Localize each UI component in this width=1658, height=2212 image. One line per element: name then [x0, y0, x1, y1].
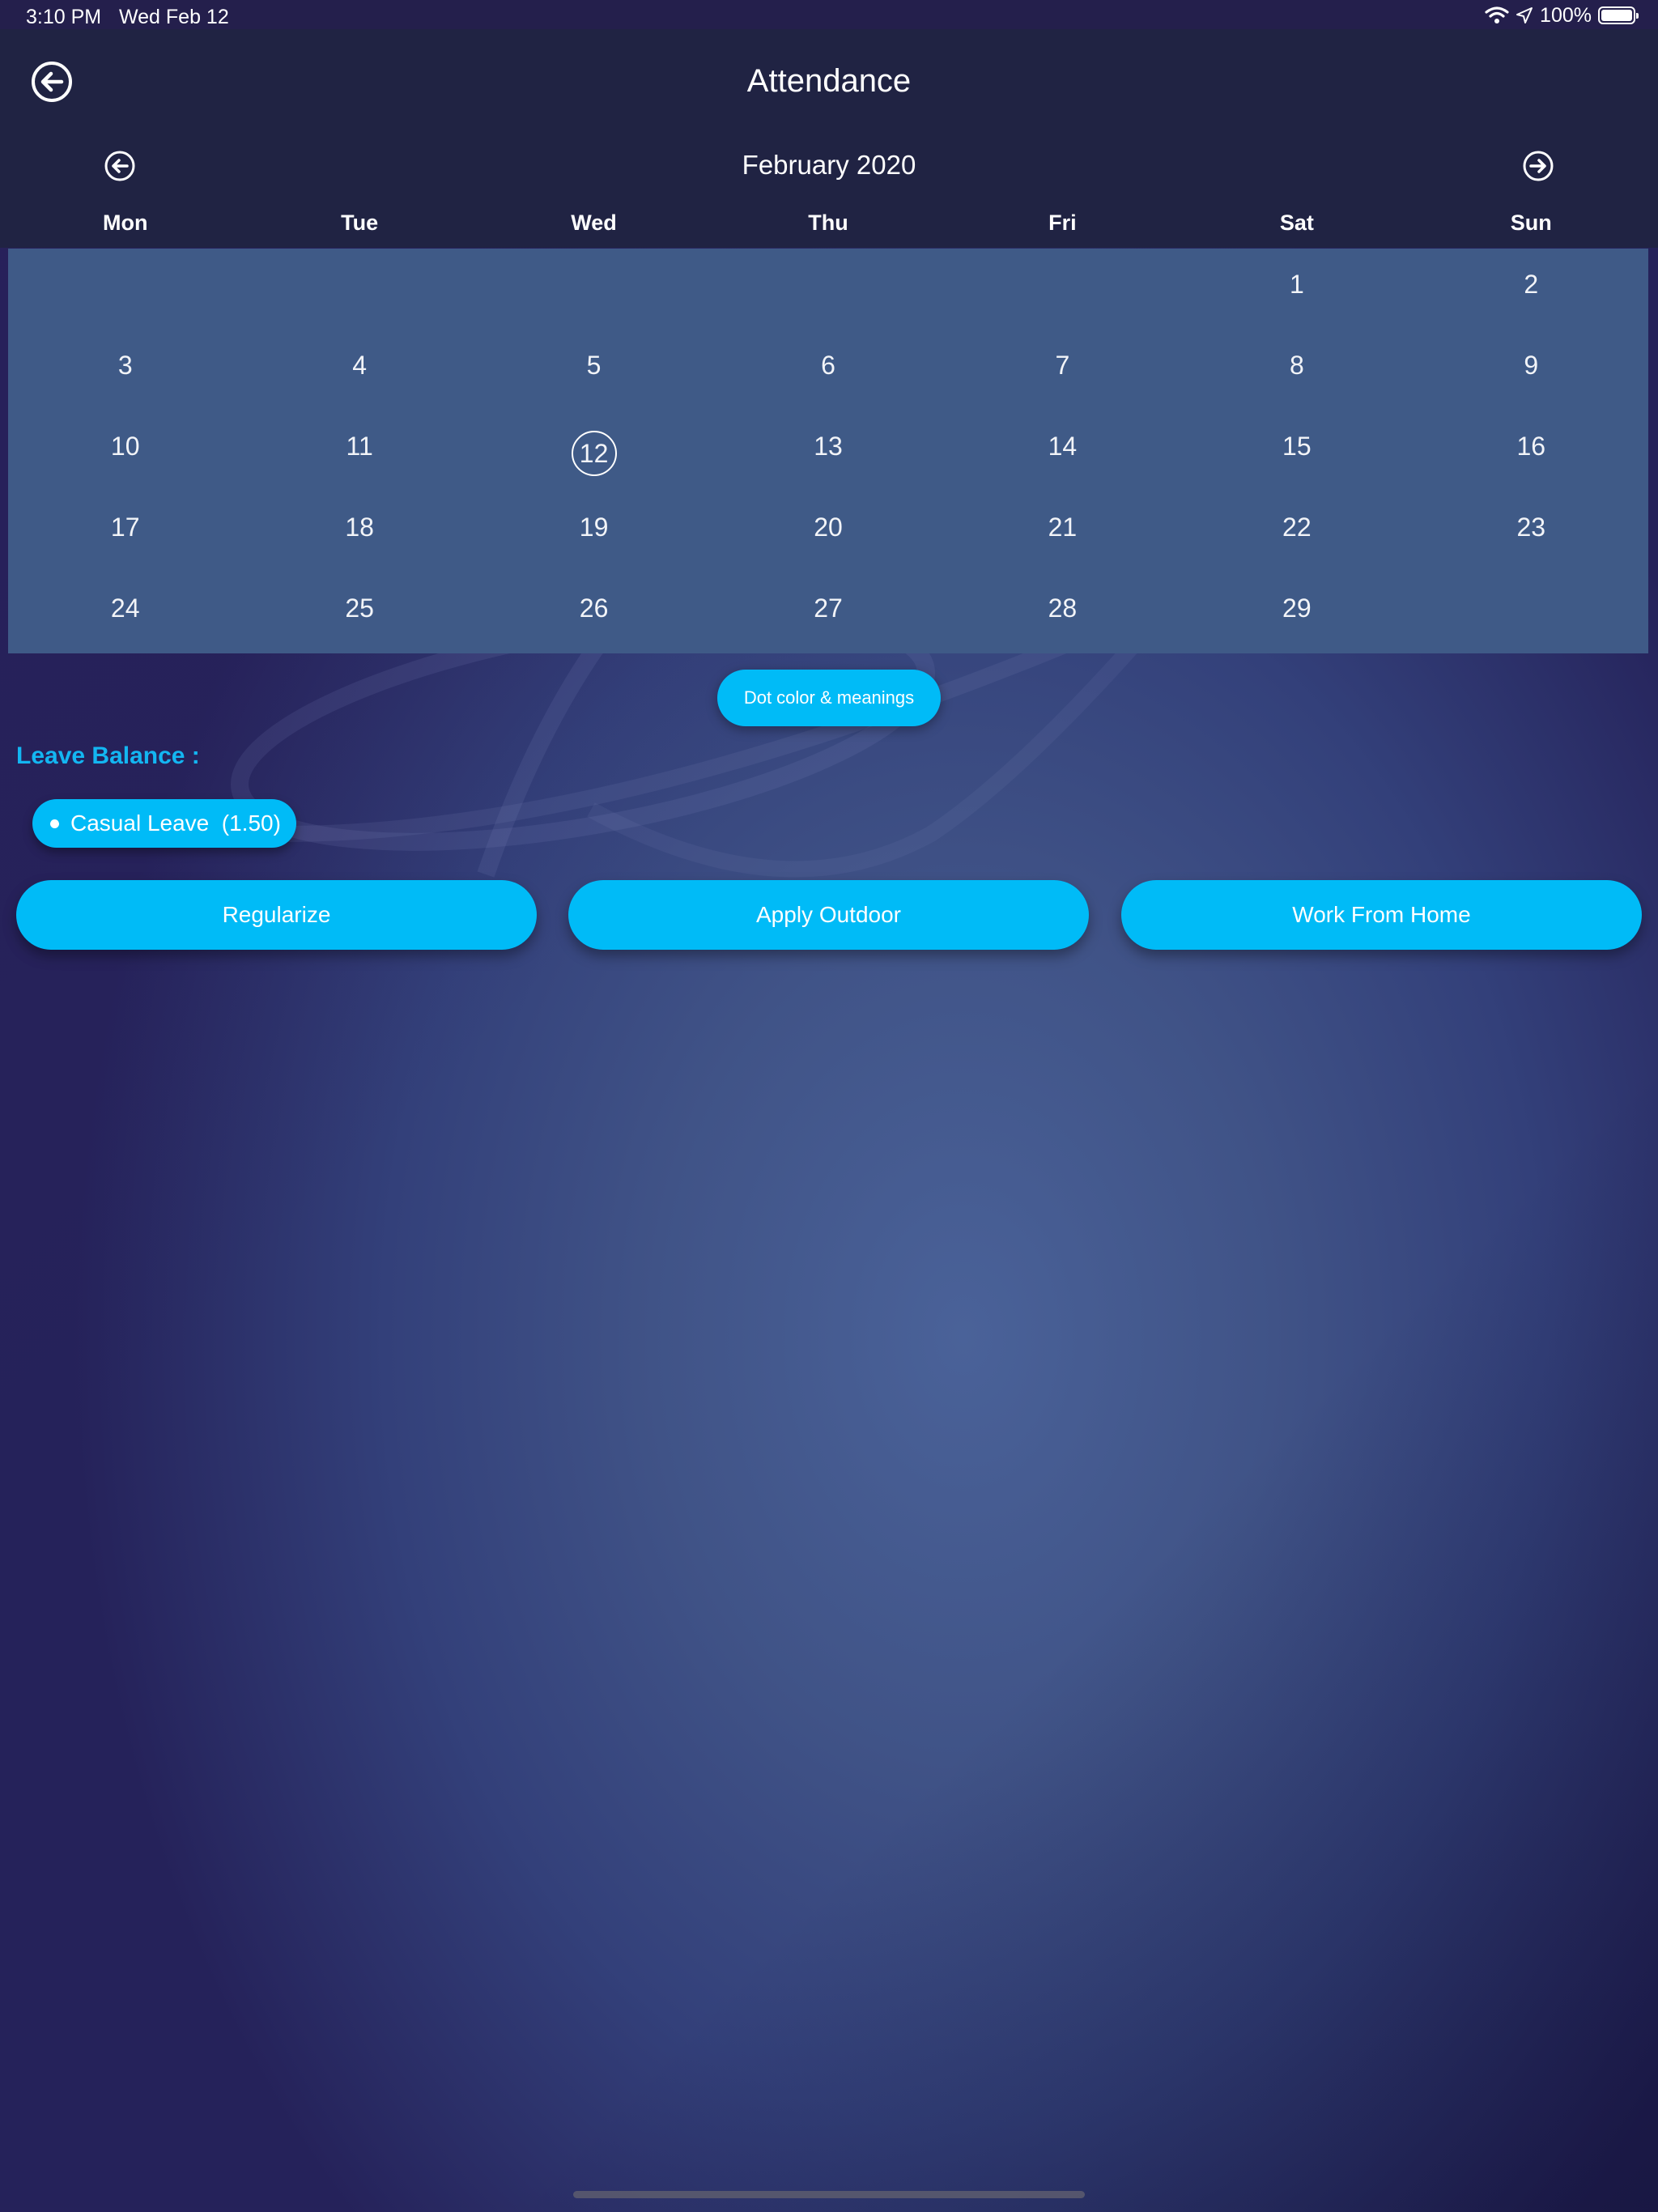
calendar-day-cell[interactable]: 15 [1180, 410, 1414, 491]
work-from-home-button[interactable]: Work From Home [1121, 880, 1642, 950]
day-number: 16 [1516, 431, 1546, 461]
home-indicator [573, 2191, 1085, 2198]
day-number: 7 [1055, 350, 1070, 380]
calendar-day-cell[interactable]: 9 [1414, 330, 1648, 410]
day-number: 15 [1282, 431, 1312, 461]
calendar-day-cell[interactable]: 23 [1414, 491, 1648, 572]
weekday-label: Sat [1279, 211, 1314, 235]
month-label: February 2020 [742, 150, 916, 180]
weekday-label: Wed [571, 211, 617, 235]
day-number: 24 [110, 593, 140, 623]
status-time: 3:10 PM [26, 6, 102, 28]
calendar-day-cell[interactable]: 29 [1180, 572, 1414, 653]
status-bar: 3:10 PM Wed Feb 12 100% [0, 0, 1658, 29]
calendar-day-cell[interactable]: 17 [8, 491, 242, 572]
calendar-day-cell[interactable]: 22 [1180, 491, 1414, 572]
status-date: Wed Feb 12 [119, 6, 229, 28]
leave-balance-title: Leave Balance : [16, 742, 200, 769]
leave-chip[interactable]: Casual Leave (1.50) [32, 799, 296, 848]
day-number: 10 [110, 431, 140, 461]
calendar-day-cell [8, 249, 242, 330]
calendar-day-cell[interactable]: 13 [711, 410, 945, 491]
calendar-day-cell[interactable]: 20 [711, 491, 945, 572]
day-number: 18 [345, 512, 374, 542]
calendar-day-cell[interactable]: 26 [477, 572, 711, 653]
page-title: Attendance [746, 63, 912, 99]
calendar-day-cell[interactable]: 11 [242, 410, 476, 491]
weekday-header: Mon Tue Wed Thu Fri Sat Sun [8, 211, 1648, 236]
calendar-day-cell[interactable]: 10 [8, 410, 242, 491]
location-arrow-icon [1516, 7, 1533, 23]
calendar-day-cell[interactable]: 2 [1414, 249, 1648, 330]
calendar-day-cell [477, 249, 711, 330]
day-number: 17 [110, 512, 140, 542]
day-number: 28 [1048, 593, 1078, 623]
day-number: 11 [346, 431, 373, 461]
status-indicators: 100% [1485, 3, 1639, 27]
calendar-day-cell[interactable]: 3 [8, 330, 242, 410]
calendar-day-cell[interactable]: 24 [8, 572, 242, 653]
battery-percent: 100% [1540, 3, 1592, 27]
selected-day-number: 12 [571, 431, 617, 476]
calendar-day-cell [946, 249, 1180, 330]
calendar-day-cell[interactable]: 25 [242, 572, 476, 653]
day-number: 13 [814, 431, 843, 461]
calendar-day-cell [242, 249, 476, 330]
calendar-day-cell[interactable]: 14 [946, 410, 1180, 491]
day-number: 19 [579, 512, 609, 542]
day-number: 5 [586, 350, 602, 380]
day-number: 27 [814, 593, 843, 623]
calendar-day-cell[interactable]: 8 [1180, 330, 1414, 410]
day-number: 23 [1516, 512, 1546, 542]
calendar-day-cell [1414, 572, 1648, 653]
day-number: 20 [814, 512, 843, 542]
weekday-label: Thu [808, 211, 848, 235]
calendar-day-cell[interactable]: 5 [477, 330, 711, 410]
day-number: 21 [1048, 512, 1078, 542]
day-number: 6 [821, 350, 835, 380]
calendar-day-cell[interactable]: 28 [946, 572, 1180, 653]
calendar-day-cell[interactable]: 12 [477, 410, 711, 491]
calendar-day-cell[interactable]: 4 [242, 330, 476, 410]
leave-chip-label: Casual Leave (1.50) [70, 810, 281, 836]
weekday-label: Sun [1510, 211, 1552, 235]
regularize-button[interactable]: Regularize [16, 880, 537, 950]
calendar-day-cell[interactable]: 21 [946, 491, 1180, 572]
calendar-day-cell[interactable]: 1 [1180, 249, 1414, 330]
calendar-day-cell[interactable]: 27 [711, 572, 945, 653]
bullet-icon [50, 819, 59, 828]
calendar-grid: 1 2 3 4 5 6 7 8 9 10 11 12 13 14 15 16 17 18 19 20 21 22 23 24 2… [8, 249, 1648, 653]
calendar-day-cell[interactable]: 16 [1414, 410, 1648, 491]
day-number: 26 [579, 593, 609, 623]
day-number: 25 [345, 593, 374, 623]
calendar-day-cell[interactable]: 18 [242, 491, 476, 572]
calendar-day-cell[interactable]: 6 [711, 330, 945, 410]
day-number: 29 [1282, 593, 1312, 623]
wifi-icon [1485, 6, 1509, 23]
weekday-label: Tue [341, 211, 379, 235]
day-number: 14 [1048, 431, 1078, 461]
calendar-day-cell [711, 249, 945, 330]
next-month-button[interactable] [1522, 150, 1554, 182]
day-number: 9 [1524, 350, 1539, 380]
day-number: 22 [1282, 512, 1312, 542]
weekday-label: Mon [102, 211, 148, 235]
calendar-day-cell[interactable]: 19 [477, 491, 711, 572]
day-number: 2 [1524, 269, 1539, 299]
calendar-day-cell[interactable]: 7 [946, 330, 1180, 410]
battery-icon [1598, 6, 1639, 24]
apply-outdoor-button[interactable]: Apply Outdoor [568, 880, 1089, 950]
weekday-label: Fri [1048, 211, 1077, 235]
dot-color-meanings-button[interactable]: Dot color & meanings [717, 670, 941, 726]
day-number: 4 [352, 350, 368, 380]
day-number: 1 [1289, 269, 1304, 299]
day-number: 3 [117, 350, 133, 380]
day-number: 8 [1289, 350, 1304, 380]
